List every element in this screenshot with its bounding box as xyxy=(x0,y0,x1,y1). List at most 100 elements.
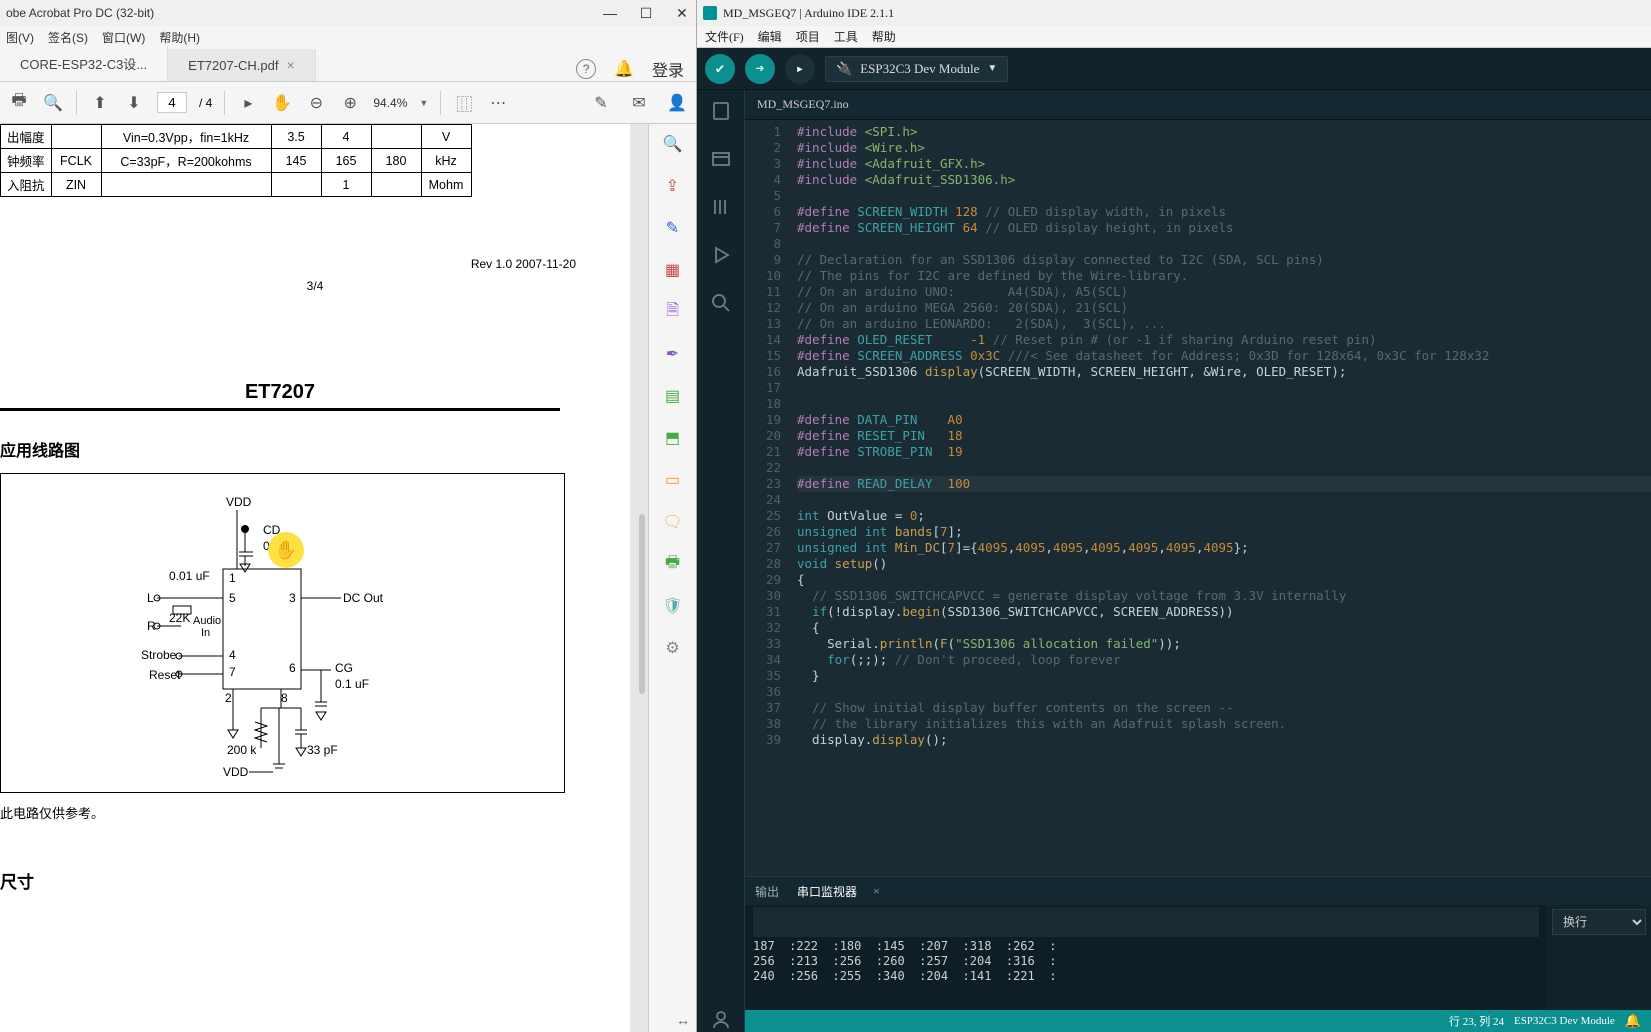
menu-sign[interactable]: 签名(S) xyxy=(48,29,88,46)
upload-button[interactable]: ➜ xyxy=(745,54,775,84)
editor-tab[interactable]: MD_MSGEQ7.ino xyxy=(745,90,1651,120)
table-cell: 钟频率 xyxy=(1,149,52,173)
library-icon[interactable] xyxy=(708,194,734,220)
menu-file[interactable]: 文件(F) xyxy=(705,28,744,45)
acrobat-tabbar: CORE-ESP32-C3设... ET7207-CH.pdf × ? 🔔 登录 xyxy=(0,48,696,82)
zoom-out-icon[interactable]: ⊖ xyxy=(305,92,327,114)
table-cell: V xyxy=(421,125,471,149)
status-bar: 行 23, 列 24 ESP32C3 Dev Module 🔔 xyxy=(745,1010,1651,1032)
protect-icon[interactable]: 🗨 xyxy=(661,510,685,534)
close-button[interactable]: ✕ xyxy=(674,5,690,22)
svg-text:CG: CG xyxy=(335,661,353,675)
sign-icon[interactable]: ✒ xyxy=(661,342,685,366)
board-selector[interactable]: 🔌 ESP32C3 Dev Module ▼ xyxy=(825,56,1008,82)
scrollbar-thumb[interactable] xyxy=(639,514,645,694)
board-name: ESP32C3 Dev Module xyxy=(860,61,979,77)
create-pdf-icon[interactable]: ▦ xyxy=(661,258,685,282)
svg-text:33 pF: 33 pF xyxy=(307,743,338,757)
table-cell: Vin=0.3Vpp，fin=1kHz xyxy=(101,125,271,149)
boards-icon[interactable] xyxy=(708,146,734,172)
tab-close-icon[interactable]: × xyxy=(286,57,294,73)
tab-label: CORE-ESP32-C3设... xyxy=(20,54,147,73)
export-pdf-icon[interactable]: ⇪ xyxy=(661,174,685,198)
hand-tool-icon[interactable]: ✋ xyxy=(271,92,293,114)
verify-button[interactable]: ✔ xyxy=(705,54,735,84)
pdf-note: 此电路仅供参考。 xyxy=(0,803,630,822)
document-area[interactable]: 出幅度 Vin=0.3Vpp，fin=1kHz 3.5 4 V 钟频率 FCLK… xyxy=(0,124,648,1032)
tab-serial-monitor[interactable]: 串口监视器 xyxy=(795,879,859,904)
bell-icon[interactable]: 🔔 xyxy=(1625,1013,1641,1029)
tab-et7207[interactable]: ET7207-CH.pdf × xyxy=(168,49,316,81)
table-cell: 1 xyxy=(321,173,371,197)
print-prod-icon[interactable]: 🖶 xyxy=(661,552,685,576)
minimize-button[interactable]: — xyxy=(602,5,618,22)
page-input[interactable] xyxy=(157,92,187,113)
page-down-icon[interactable]: ⬇ xyxy=(123,92,145,114)
circuit-svg: 1 5 4 7 2 3 6 8 VDD CD xyxy=(1,474,566,794)
more-icon[interactable]: ⋯ xyxy=(487,92,509,114)
account-icon[interactable] xyxy=(708,1006,734,1032)
chevron-down-icon[interactable]: ▼ xyxy=(419,98,428,108)
compress-icon[interactable]: ⬒ xyxy=(661,426,685,450)
edit-pdf-icon[interactable]: ✎ xyxy=(661,216,685,240)
serial-input[interactable] xyxy=(753,907,1539,937)
svg-text:In: In xyxy=(201,627,210,639)
tab-core-esp32[interactable]: CORE-ESP32-C3设... xyxy=(0,46,168,81)
tab-label: ET7207-CH.pdf xyxy=(188,58,278,73)
svg-text:Audio: Audio xyxy=(193,615,221,627)
svg-text:200 k: 200 k xyxy=(227,743,257,757)
code-area[interactable]: #include <SPI.h>#include <Wire.h>#includ… xyxy=(791,120,1651,876)
hand-icon: ✋ xyxy=(275,540,297,561)
shield-icon[interactable]: 🛡 xyxy=(661,594,685,618)
more-tools-icon[interactable]: ⚙ xyxy=(661,636,685,660)
zoom-level[interactable]: 94.4% xyxy=(373,96,407,110)
help-icon[interactable]: ? xyxy=(576,59,596,79)
svg-text:7: 7 xyxy=(229,665,236,679)
menu-tools[interactable]: 工具 xyxy=(834,28,858,45)
select-tool-icon[interactable]: ▸ xyxy=(237,92,259,114)
login-button[interactable]: 登录 xyxy=(652,57,684,81)
sketchbook-icon[interactable] xyxy=(708,98,734,124)
print-icon[interactable]: 🖶 xyxy=(8,92,30,114)
menu-window[interactable]: 窗口(W) xyxy=(102,29,145,46)
pdf-pagenum: 3/4 xyxy=(0,279,630,293)
page-up-icon[interactable]: ⬆ xyxy=(89,92,111,114)
arduino-window: MD_MSGEQ7 | Arduino IDE 2.1.1 文件(F) 编辑 项… xyxy=(697,0,1651,1032)
pdf-rev: Rev 1.0 2007-11-20 xyxy=(0,257,630,271)
chevron-down-icon: ▼ xyxy=(987,63,997,74)
share-icon[interactable]: 👤 xyxy=(666,92,688,114)
redact-icon[interactable]: ▭ xyxy=(661,468,685,492)
pen-icon[interactable]: ✎ xyxy=(590,92,612,114)
table-cell: 145 xyxy=(271,149,321,173)
maximize-button[interactable]: ☐ xyxy=(638,5,654,22)
svg-text:6: 6 xyxy=(289,661,296,675)
search-icon[interactable] xyxy=(708,290,734,316)
tab-output[interactable]: 输出 xyxy=(753,879,781,904)
line-ending-select[interactable]: 换行 xyxy=(1552,909,1646,935)
table-cell xyxy=(371,173,421,197)
menu-edit[interactable]: 编辑 xyxy=(758,28,782,45)
table-cell xyxy=(101,173,271,197)
rail-expand-icon[interactable]: ↔ xyxy=(676,1012,690,1028)
debug-icon[interactable] xyxy=(708,242,734,268)
serial-monitor: 187 :222 :180 :145 :207 :318 :262 : 256 … xyxy=(745,905,1547,1010)
menu-help[interactable]: 帮助(H) xyxy=(159,29,200,46)
acrobat-titlebar: obe Acrobat Pro DC (32-bit) — ☐ ✕ xyxy=(0,0,696,26)
table-cell: 入阻抗 xyxy=(1,173,52,197)
organize-icon[interactable]: ▤ xyxy=(661,384,685,408)
zoom-in-icon[interactable]: ⊕ xyxy=(339,92,361,114)
svg-text:2: 2 xyxy=(225,691,232,705)
mail-icon[interactable]: ✉ xyxy=(628,92,650,114)
menu-view[interactable]: 图(V) xyxy=(6,29,34,46)
debug-button[interactable]: ▸ xyxy=(785,54,815,84)
code-editor[interactable]: 1234567891011121314151617181920212223242… xyxy=(745,120,1651,876)
panel-close-icon[interactable]: × xyxy=(873,884,880,899)
menu-sketch[interactable]: 项目 xyxy=(796,28,820,45)
page-display-icon[interactable]: ⿲ xyxy=(453,92,475,114)
arduino-title: MD_MSGEQ7 | Arduino IDE 2.1.1 xyxy=(723,6,894,21)
bell-icon[interactable]: 🔔 xyxy=(614,59,634,79)
search-icon[interactable]: 🔍 xyxy=(42,92,64,114)
search-icon[interactable]: 🔍 xyxy=(661,132,685,156)
menu-help[interactable]: 帮助 xyxy=(872,28,896,45)
comment-icon[interactable]: 🗎 xyxy=(661,300,685,324)
